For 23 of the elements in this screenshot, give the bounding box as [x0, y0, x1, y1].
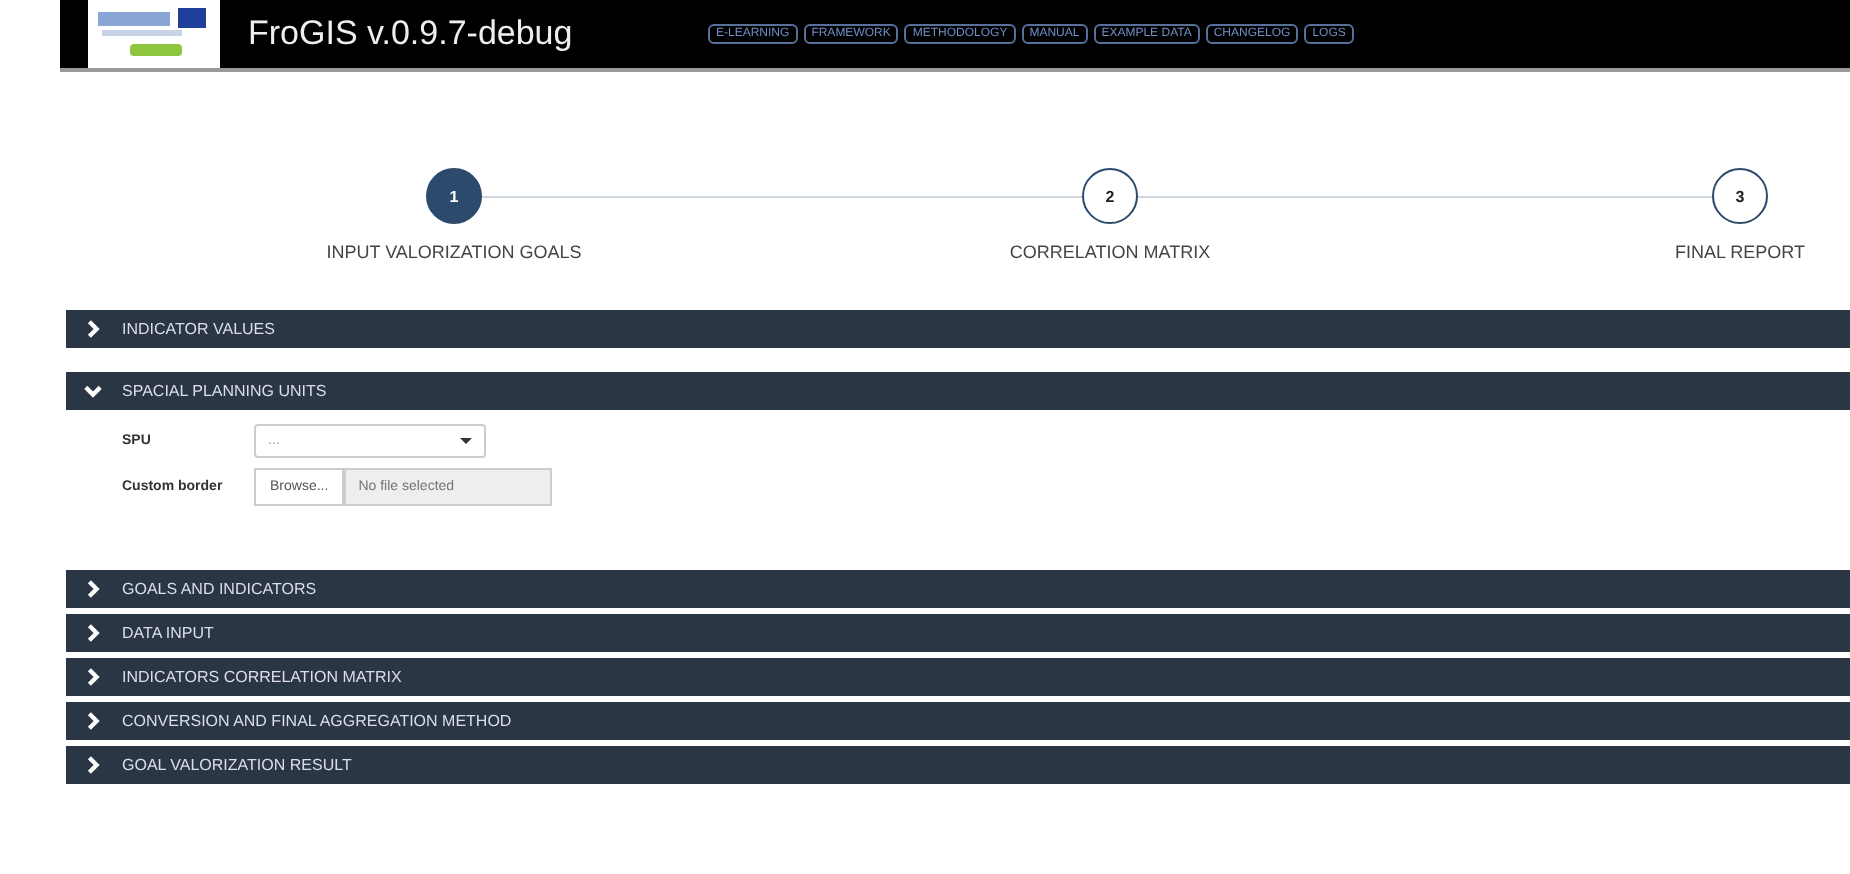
- section-header[interactable]: GOALS AND INDICATORS: [66, 570, 1850, 608]
- step-circle[interactable]: 3: [1712, 168, 1768, 224]
- chevron-icon: [84, 756, 102, 774]
- caret-icon: [460, 438, 472, 444]
- step-label: FINAL REPORT: [1674, 242, 1805, 262]
- section-header[interactable]: INDICATORS CORRELATION MATRIX: [66, 658, 1850, 696]
- step-circle[interactable]: 1: [426, 168, 482, 224]
- step-label: INPUT VALORIZATION GOALS: [326, 242, 582, 262]
- app-title: FroGIS v.0.9.7-debug: [248, 14, 575, 54]
- chevron-icon: [84, 624, 102, 642]
- section-header[interactable]: DATA INPUT: [66, 614, 1850, 652]
- logo-icon: [88, 0, 220, 68]
- chevron-icon: [84, 580, 102, 598]
- chevron-icon: [84, 668, 102, 686]
- section-header[interactable]: CONVERSION AND FINAL AGGREGATION METHOD: [66, 702, 1850, 740]
- chevron-icon: [84, 320, 102, 338]
- section-header[interactable]: SPACIAL PLANNING UNITS: [66, 372, 1850, 410]
- chevron-icon: [84, 712, 102, 730]
- chevron-icon: [84, 382, 102, 400]
- section-header[interactable]: GOAL VALORIZATION RESULT: [66, 746, 1850, 784]
- section-header[interactable]: INDICATOR VALUES: [66, 310, 1850, 348]
- step-circle[interactable]: 2: [1082, 168, 1138, 224]
- step-label: CORRELATION MATRIX: [1009, 242, 1211, 262]
